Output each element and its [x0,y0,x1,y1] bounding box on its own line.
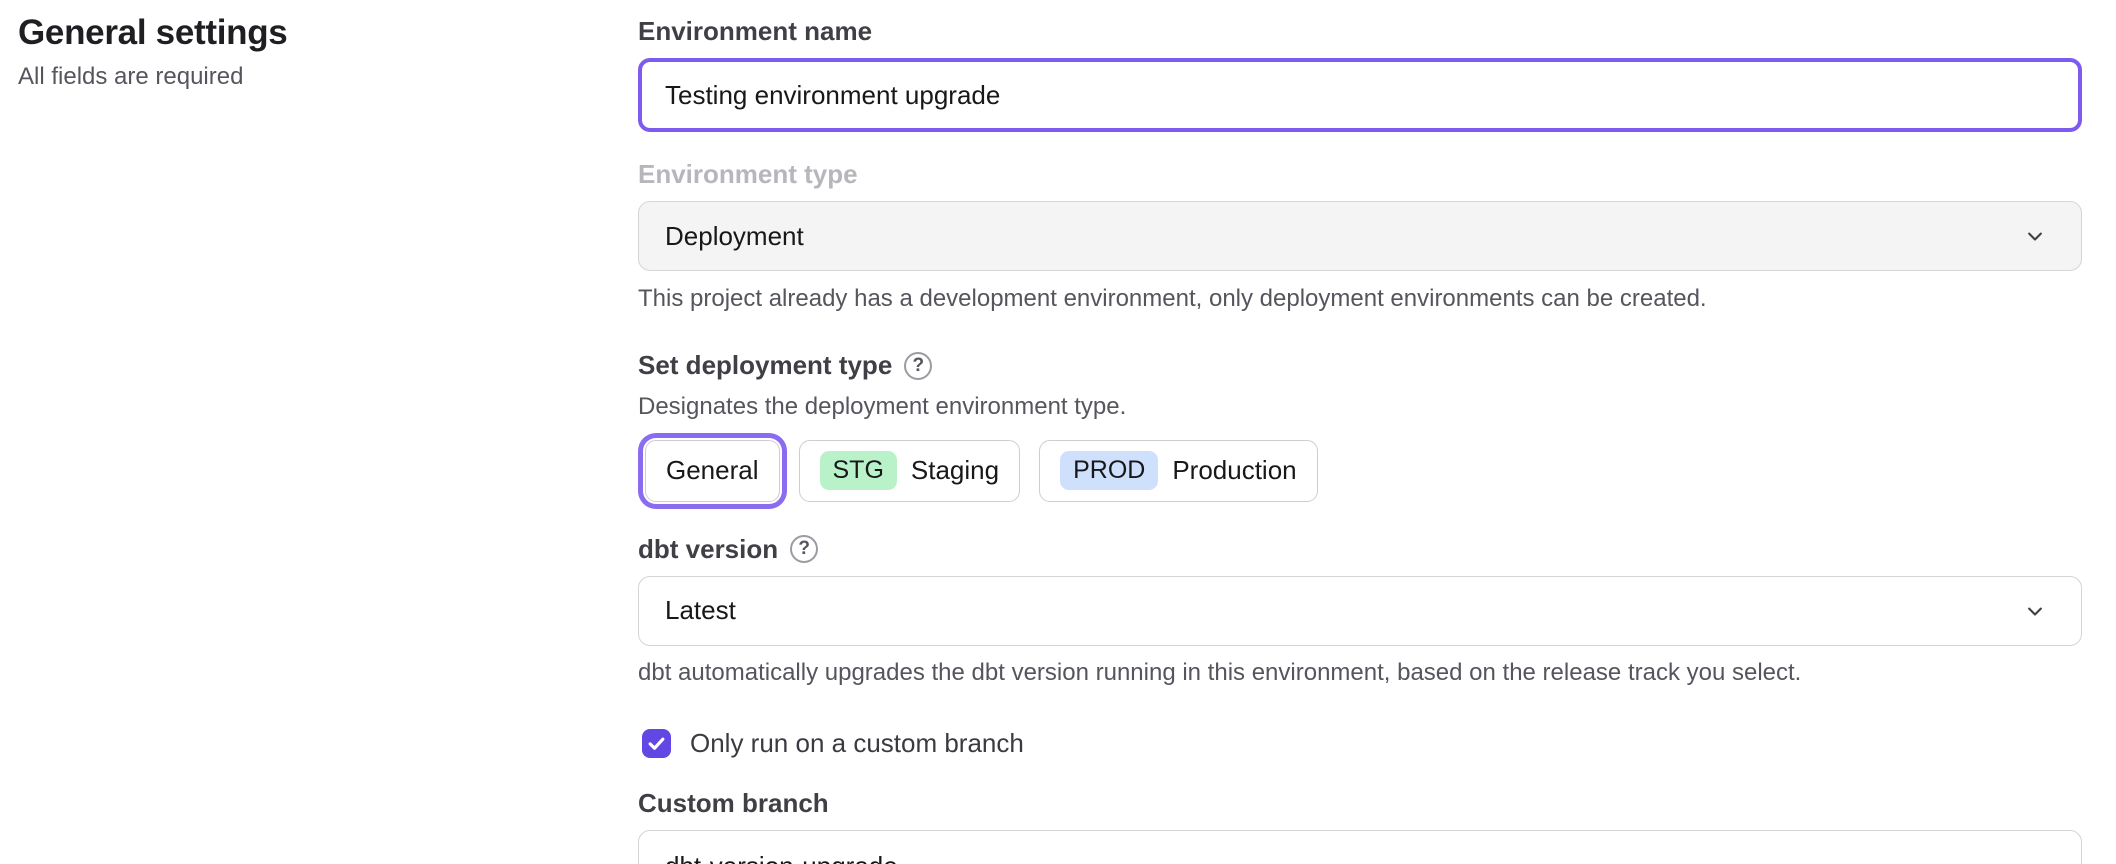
dbt-version-label-text: dbt version [638,534,778,565]
environment-name-label: Environment name [638,16,2082,47]
settings-header: General settings All fields are required [18,12,287,91]
environment-name-input[interactable] [638,58,2082,132]
deployment-type-general-button[interactable]: General [645,440,780,502]
help-icon[interactable]: ? [904,352,932,380]
dbt-version-helper: dbt automatically upgrades the dbt versi… [638,658,2082,688]
page-subtitle: All fields are required [18,63,287,91]
chevron-down-icon [2021,222,2049,250]
deployment-type-helper: Designates the deployment environment ty… [638,392,2082,422]
staging-badge: STG [820,451,897,490]
general-settings-form: Environment name Environment type Deploy… [638,0,2082,864]
dbt-version-select[interactable]: Latest [638,576,2082,646]
checkmark-icon [647,734,666,753]
environment-type-helper: This project already has a development e… [638,284,2082,314]
custom-branch-label: Custom branch [638,788,2082,819]
staging-button-label: Staging [911,455,999,486]
deployment-type-label-text: Set deployment type [638,350,892,381]
deployment-type-production-button[interactable]: PROD Production [1039,440,1318,502]
general-button-label: General [666,455,759,486]
help-icon[interactable]: ? [790,535,818,563]
production-badge: PROD [1060,451,1158,490]
dbt-version-label: dbt version ? [638,534,2082,565]
custom-branch-checkbox-label[interactable]: Only run on a custom branch [690,728,1024,759]
production-button-label: Production [1172,455,1296,486]
deployment-type-staging-button[interactable]: STG Staging [799,440,1021,502]
page-title: General settings [18,12,287,54]
custom-branch-input[interactable] [638,830,2082,864]
custom-branch-checkbox[interactable] [642,729,671,758]
chevron-down-icon [2021,597,2049,625]
environment-type-label: Environment type [638,159,2082,190]
environment-type-value: Deployment [665,221,804,252]
deployment-type-label: Set deployment type ? [638,350,2082,381]
environment-type-select: Deployment [638,201,2082,271]
dbt-version-value: Latest [665,595,736,626]
